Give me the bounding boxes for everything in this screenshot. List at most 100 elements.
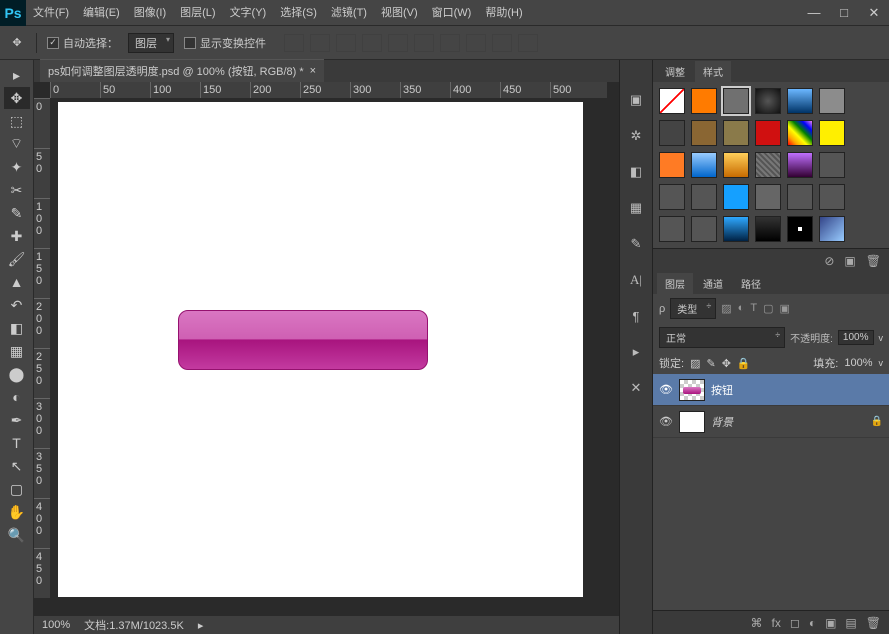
blend-mode-dropdown[interactable]: 正常 xyxy=(659,327,785,348)
filter-shape-icon[interactable]: ▢ xyxy=(763,302,773,315)
para-panel-icon[interactable]: ¶ xyxy=(626,306,646,326)
color-panel-icon[interactable]: ◧ xyxy=(626,162,646,182)
show-transform-checkbox[interactable]: 显示变换控件 xyxy=(184,35,266,51)
style-swatch[interactable] xyxy=(787,88,813,114)
menu-type[interactable]: 文字(Y) xyxy=(223,0,274,26)
style-swatch[interactable] xyxy=(819,152,845,178)
wand-tool[interactable]: ✦ xyxy=(4,156,30,178)
style-none[interactable] xyxy=(659,88,685,114)
blur-tool[interactable]: ⬤ xyxy=(4,363,30,385)
history-tool[interactable]: ↶ xyxy=(4,294,30,316)
move-tool[interactable]: ✥ xyxy=(4,87,30,109)
style-swatch[interactable] xyxy=(659,120,685,146)
menu-filter[interactable]: 滤镜(T) xyxy=(324,0,374,26)
style-swatch[interactable] xyxy=(755,88,781,114)
tab-close-icon[interactable]: × xyxy=(310,65,316,77)
dodge-tool[interactable]: ◐ xyxy=(4,386,30,408)
layer-kind-dropdown[interactable]: 类型 xyxy=(670,298,716,319)
menu-edit[interactable]: 编辑(E) xyxy=(76,0,127,26)
delete-style-icon[interactable]: 🗑 xyxy=(866,254,881,268)
tab-layers[interactable]: 图层 xyxy=(657,273,693,294)
menu-view[interactable]: 视图(V) xyxy=(374,0,425,26)
actions-panel-icon[interactable]: ▸ xyxy=(626,342,646,362)
maximize-button[interactable]: □ xyxy=(829,3,859,23)
group-icon[interactable]: ▣ xyxy=(825,616,836,630)
auto-select-checkbox[interactable]: ✓ 自动选择： xyxy=(47,35,118,51)
button-shape[interactable] xyxy=(178,310,428,370)
new-layer-icon[interactable]: ▤ xyxy=(845,616,856,630)
style-swatch[interactable] xyxy=(819,216,845,242)
expand-toggle[interactable]: ▸ xyxy=(4,64,30,86)
path-tool[interactable]: ↖ xyxy=(4,455,30,477)
opacity-value[interactable]: 100% xyxy=(838,330,874,345)
menu-help[interactable]: 帮助(H) xyxy=(478,0,529,26)
menu-layer[interactable]: 图层(L) xyxy=(173,0,222,26)
align-vcenter-icon[interactable] xyxy=(310,34,330,52)
history-panel-icon[interactable]: ▣ xyxy=(626,90,646,110)
mask-icon[interactable]: ◻ xyxy=(790,616,800,630)
shape-tool[interactable]: ▢ xyxy=(4,478,30,500)
hand-tool[interactable]: ✋ xyxy=(4,501,30,523)
menu-window[interactable]: 窗口(W) xyxy=(425,0,479,26)
style-swatch[interactable] xyxy=(819,88,845,114)
distribute-3-icon[interactable] xyxy=(492,34,512,52)
align-bottom-icon[interactable] xyxy=(336,34,356,52)
eyedropper-tool[interactable]: ✎ xyxy=(4,202,30,224)
canvas[interactable] xyxy=(58,102,583,597)
style-swatch[interactable] xyxy=(691,152,717,178)
status-arrow-icon[interactable]: ▸ xyxy=(198,619,204,632)
delete-layer-icon[interactable]: 🗑 xyxy=(866,616,881,630)
style-swatch[interactable] xyxy=(691,184,717,210)
distribute-2-icon[interactable] xyxy=(466,34,486,52)
brush-tool[interactable]: 🖌 xyxy=(4,248,30,270)
layer-row[interactable]: 👁 按钮 xyxy=(653,374,889,406)
new-style-icon[interactable]: ▣ xyxy=(844,254,855,268)
chevron-down-icon[interactable]: v xyxy=(879,333,884,343)
clear-style-icon[interactable]: ⊘ xyxy=(824,254,834,268)
crop-tool[interactable]: ✂ xyxy=(4,179,30,201)
style-swatch[interactable] xyxy=(659,184,685,210)
align-left-icon[interactable] xyxy=(362,34,382,52)
menu-select[interactable]: 选择(S) xyxy=(273,0,324,26)
tab-paths[interactable]: 路径 xyxy=(733,273,769,294)
style-swatch[interactable] xyxy=(659,152,685,178)
style-swatch[interactable] xyxy=(755,184,781,210)
style-swatch[interactable] xyxy=(691,88,717,114)
style-swatch[interactable] xyxy=(787,120,813,146)
style-swatch[interactable] xyxy=(723,216,749,242)
fx-icon[interactable]: fx xyxy=(772,616,781,630)
navigator-panel-icon[interactable]: ✲ xyxy=(626,126,646,146)
style-swatch[interactable] xyxy=(755,216,781,242)
style-swatch[interactable] xyxy=(819,120,845,146)
style-swatch[interactable] xyxy=(691,216,717,242)
filter-pixel-icon[interactable]: ▨ xyxy=(721,302,731,315)
style-swatch[interactable] xyxy=(787,216,813,242)
char-panel-icon[interactable]: A| xyxy=(626,270,646,290)
tab-channels[interactable]: 通道 xyxy=(695,273,731,294)
distribute-4-icon[interactable] xyxy=(518,34,538,52)
close-button[interactable]: ✕ xyxy=(859,3,889,23)
marquee-tool[interactable]: ⬚ xyxy=(4,110,30,132)
filter-adjust-icon[interactable]: ◐ xyxy=(738,302,745,315)
visibility-icon[interactable]: 👁 xyxy=(659,415,673,428)
layer-name[interactable]: 按钮 xyxy=(711,382,733,398)
align-right-icon[interactable] xyxy=(414,34,434,52)
stamp-tool[interactable]: ▲ xyxy=(4,271,30,293)
style-swatch[interactable] xyxy=(755,152,781,178)
layer-thumbnail[interactable] xyxy=(679,379,705,401)
layer-row[interactable]: 👁 背景 🔒 xyxy=(653,406,889,438)
type-tool[interactable]: T xyxy=(4,432,30,454)
link-layers-icon[interactable]: ⌘ xyxy=(751,616,763,630)
chevron-down-icon[interactable]: v xyxy=(879,358,884,368)
document-tab[interactable]: ps如何调整图层透明度.psd @ 100% (按钮, RGB/8) * × xyxy=(40,59,324,82)
tab-styles[interactable]: 样式 xyxy=(695,61,731,82)
layer-thumbnail[interactable] xyxy=(679,411,705,433)
distribute-1-icon[interactable] xyxy=(440,34,460,52)
style-swatch[interactable] xyxy=(755,120,781,146)
visibility-icon[interactable]: 👁 xyxy=(659,383,673,396)
filter-type-icon[interactable]: T xyxy=(750,302,757,315)
heal-tool[interactable]: ✚ xyxy=(4,225,30,247)
style-swatch[interactable] xyxy=(723,184,749,210)
filter-smart-icon[interactable]: ▣ xyxy=(779,302,789,315)
lock-pos-icon[interactable]: ✥ xyxy=(722,357,731,370)
